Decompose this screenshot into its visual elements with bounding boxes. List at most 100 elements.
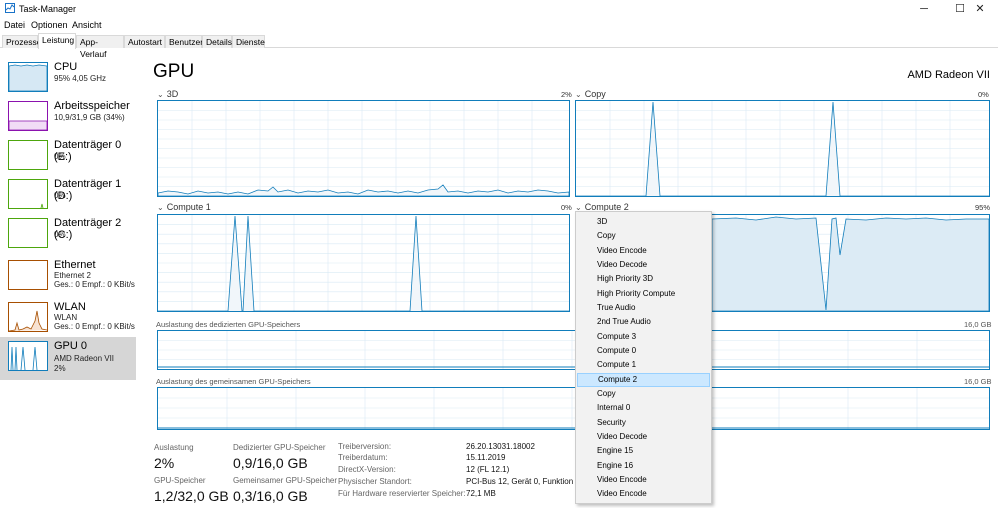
stat-label: Gemeinsamer GPU-Speicher <box>233 476 338 485</box>
dropdown-item[interactable]: Video Decode <box>577 430 710 444</box>
tab-app-history[interactable]: App-Verlauf <box>76 35 124 59</box>
shared-memory-label: Auslastung des gemeinsamen GPU-Speichers <box>156 377 311 386</box>
sidebar-item-title: Ethernet <box>54 259 96 271</box>
tab-processes[interactable]: Prozesse <box>2 35 41 48</box>
minimize-button[interactable]: ─ <box>906 0 942 18</box>
menu-bar: Datei Optionen Ansicht <box>0 18 998 32</box>
dropdown-item[interactable]: Compute 3 <box>577 330 710 344</box>
sidebar-item-title: CPU <box>54 61 78 73</box>
sidebar-item-sub: AMD Radeon VII <box>54 354 115 363</box>
ethernet-thumbnail-graph <box>8 260 48 290</box>
dropdown-item[interactable]: Copy <box>577 229 710 243</box>
dropdown-item[interactable]: Engine 16 <box>577 459 710 473</box>
graph-3d <box>157 100 570 197</box>
tab-details[interactable]: Details <box>202 35 232 48</box>
dropdown-item[interactable]: Video Encode <box>577 487 710 501</box>
dropdown-item[interactable]: Compute 1 <box>577 358 710 372</box>
close-button[interactable]: ✕ <box>962 0 998 18</box>
sidebar-item-wlan[interactable]: WLAN WLAN Ges.: 0 Empf.: 0 KBit/s <box>0 298 136 338</box>
graph-engine-selector-compute-1[interactable]: ⌄ Compute 1 <box>157 202 211 212</box>
sidebar-item-sub: 0% <box>54 230 66 239</box>
window-title: Task-Manager <box>19 4 77 14</box>
graph-copy <box>575 100 990 197</box>
sidebar-item-sub: Ges.: 0 Empf.: 0 KBit/s <box>54 322 135 331</box>
info-value: PCI-Bus 12, Gerät 0, Funktion 0 <box>466 477 580 486</box>
dropdown-item[interactable]: High Priority Compute <box>577 287 710 301</box>
dropdown-item[interactable]: 2nd True Audio <box>577 315 710 329</box>
tab-startup[interactable]: Autostart <box>124 35 165 48</box>
info-label: Treiberversion: <box>338 442 392 451</box>
graph-engine-label: Compute 1 <box>166 202 211 212</box>
info-label: Treiberdatum: <box>338 453 388 462</box>
gpu-model-name: AMD Radeon VII <box>907 69 990 81</box>
title-bar: Task-Manager ─ ☐ ✕ <box>0 0 998 18</box>
graph-shared-memory <box>157 387 990 430</box>
graph-dedicated-memory <box>157 330 990 370</box>
dropdown-item[interactable]: Security <box>577 416 710 430</box>
dropdown-item[interactable]: True Audio <box>577 301 710 315</box>
info-value: 26.20.13031.18002 <box>466 442 535 451</box>
dropdown-item[interactable]: Video Encode <box>577 473 710 487</box>
sidebar-item-title: Datenträger 2 (C:) <box>54 217 122 241</box>
sidebar-item-sub: 10,9/31,9 GB (34%) <box>54 113 125 122</box>
dropdown-item[interactable]: Engine 15 <box>577 444 710 458</box>
tab-bar: Prozesse Leistung App-Verlauf Autostart … <box>0 33 998 59</box>
dropdown-item[interactable]: Video Encode <box>577 244 710 258</box>
stat-label: Dedizierter GPU-Speicher <box>233 443 326 452</box>
sidebar-item-gpu-0[interactable]: GPU 0 AMD Radeon VII 2% <box>0 337 136 380</box>
task-manager-icon <box>5 3 15 13</box>
graph-engine-selector-3d[interactable]: ⌄ 3D <box>157 89 178 99</box>
sidebar-item-title: WLAN <box>54 301 86 313</box>
sidebar-item-ethernet[interactable]: Ethernet Ethernet 2 Ges.: 0 Empf.: 0 KBi… <box>0 256 136 296</box>
dropdown-item[interactable]: Copy <box>577 387 710 401</box>
graph-percent: 2% <box>561 90 572 99</box>
menu-options[interactable]: Optionen <box>31 20 68 30</box>
dropdown-item[interactable]: Video Decode <box>577 258 710 272</box>
info-value: 72,1 MB <box>466 489 496 498</box>
sidebar-item-disk-2[interactable]: Datenträger 2 (C:) 0% <box>0 214 136 254</box>
dropdown-item-selected[interactable]: Compute 2 <box>577 373 710 387</box>
tab-services[interactable]: Dienste <box>232 35 265 48</box>
info-label: Für Hardware reservierter Speicher: <box>338 489 466 498</box>
sidebar-item-sub: 0% <box>54 152 66 161</box>
sidebar-item-title: Datenträger 1 (D:) <box>54 178 122 202</box>
info-label: Physischer Standort: <box>338 477 412 486</box>
memory-thumbnail-graph <box>8 101 48 131</box>
disk-1-thumbnail-graph <box>8 179 48 209</box>
page-title: GPU <box>153 61 195 82</box>
wlan-thumbnail-graph <box>8 302 48 332</box>
graph-percent: 95% <box>975 203 991 212</box>
graph-engine-selector-copy[interactable]: ⌄ Copy <box>575 89 606 99</box>
graph-percent: 0% <box>561 203 572 212</box>
graph-engine-label: 3D <box>166 89 179 99</box>
tab-performance[interactable]: Leistung <box>38 33 76 49</box>
dropdown-item[interactable]: Internal 0 <box>577 401 710 415</box>
sidebar-item-disk-0[interactable]: Datenträger 0 (E:) 0% <box>0 136 136 176</box>
dropdown-item[interactable]: Compute 0 <box>577 344 710 358</box>
sidebar-item-sub: Ethernet 2 <box>54 271 91 280</box>
menu-view[interactable]: Ansicht <box>72 20 102 30</box>
stat-label: GPU-Speicher <box>154 476 206 485</box>
info-label: DirectX-Version: <box>338 465 396 474</box>
tab-users[interactable]: Benutzer <box>165 35 203 48</box>
graph-percent: 0% <box>978 90 989 99</box>
sidebar-item-sub: 95% 4,05 GHz <box>54 74 107 83</box>
stat-value: 2% <box>154 455 175 471</box>
dropdown-item[interactable]: 3D <box>577 215 710 229</box>
sidebar-item-sub: WLAN <box>54 313 78 322</box>
stat-value: 1,2/32,0 GB <box>154 488 229 504</box>
chevron-down-icon: ⌄ <box>157 203 164 212</box>
sidebar-item-sub: 2% <box>54 364 66 373</box>
graph-engine-label: Copy <box>584 89 606 99</box>
sidebar-item-sub: Ges.: 0 Empf.: 0 KBit/s <box>54 280 135 289</box>
gpu-thumbnail-graph <box>8 341 48 371</box>
dropdown-item[interactable]: High Priority 3D <box>577 272 710 286</box>
stat-label: Auslastung <box>154 443 194 452</box>
sidebar-item-memory[interactable]: Arbeitsspeicher 10,9/31,9 GB (34%) <box>0 97 136 137</box>
menu-file[interactable]: Datei <box>4 20 25 30</box>
sidebar-item-cpu[interactable]: CPU 95% 4,05 GHz <box>0 58 136 98</box>
sidebar-item-title: Datenträger 0 (E:) <box>54 139 122 163</box>
sidebar-item-disk-1[interactable]: Datenträger 1 (D:) 0% <box>0 175 136 215</box>
sidebar-item-title: GPU 0 <box>54 340 88 352</box>
stat-value: 0,9/16,0 GB <box>233 455 308 471</box>
